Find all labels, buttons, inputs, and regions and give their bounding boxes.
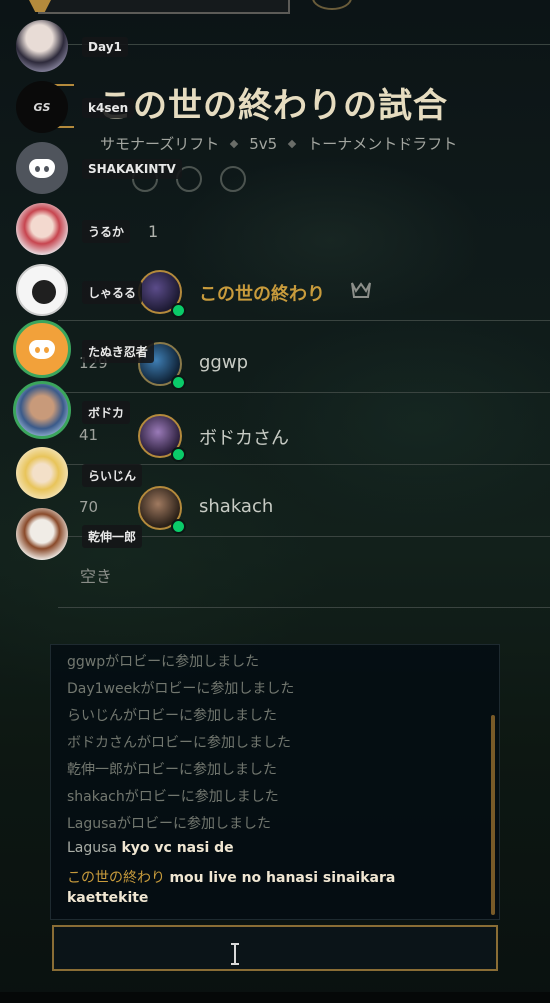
player-row[interactable]: 41 ボドカさん bbox=[58, 394, 550, 466]
player-name: ボドカさん bbox=[199, 428, 289, 449]
chat-sender: この世の終わり bbox=[67, 870, 165, 886]
voice-username: しゃるる bbox=[82, 281, 143, 304]
player-name: shakach bbox=[199, 496, 274, 517]
voice-avatar bbox=[16, 508, 68, 560]
online-status-icon bbox=[171, 519, 186, 534]
empty-slot[interactable]: 空き bbox=[80, 563, 112, 587]
voice-username: Day1 bbox=[82, 37, 128, 57]
chat-message: この世の終わり mou live no hanasi sinaikara bbox=[67, 867, 395, 887]
voice-username: たぬき忍者 bbox=[82, 340, 154, 363]
discord-icon bbox=[13, 320, 71, 378]
player-name: この世の終わり bbox=[199, 284, 325, 305]
separator-dot bbox=[230, 139, 239, 148]
chat-scrollbar[interactable] bbox=[491, 715, 495, 915]
player-avatar bbox=[138, 270, 186, 318]
chat-log[interactable]: ggwpがロビーに参加しました Day1weekがロビーに参加しました らいじん… bbox=[50, 644, 500, 920]
party-owner-icon bbox=[351, 282, 371, 298]
voice-username: うるか bbox=[82, 220, 131, 243]
team-size: 5v5 bbox=[249, 135, 278, 153]
voice-username: らいじん bbox=[82, 464, 143, 487]
player-level: 41 bbox=[79, 426, 99, 444]
player-avatar bbox=[138, 414, 186, 462]
map-name: サモナーズリフト bbox=[100, 135, 220, 153]
discord-icon bbox=[16, 142, 68, 194]
game-mode: トーナメントドラフト bbox=[307, 135, 458, 153]
separator-dot bbox=[287, 139, 297, 148]
chat-input[interactable] bbox=[52, 925, 498, 971]
chat-divider bbox=[58, 607, 550, 608]
lobby-subtitle: サモナーズリフト 5v5 トーナメントドラフト bbox=[100, 133, 457, 154]
chat-text: kyo vc nasi de bbox=[121, 840, 234, 856]
online-status-icon bbox=[171, 303, 186, 318]
chat-system-line: ボドカさんがロビーに参加しました bbox=[67, 735, 291, 751]
text-cursor-icon bbox=[231, 943, 239, 965]
voice-avatar bbox=[16, 20, 68, 72]
voice-avatar bbox=[13, 381, 71, 439]
voice-username: ボドカ bbox=[82, 401, 131, 424]
top-frame-corner bbox=[28, 0, 52, 12]
chat-message: Lagusa kyo vc nasi de bbox=[67, 840, 234, 856]
chat-system-line: ggwpがロビーに参加しました bbox=[67, 654, 260, 670]
chat-system-line: shakachがロビーに参加しました bbox=[67, 789, 279, 805]
chat-message-continuation: kaettekite bbox=[67, 890, 148, 906]
voice-avatar bbox=[16, 264, 68, 316]
top-frame bbox=[28, 0, 290, 14]
top-ring-ornament bbox=[312, 0, 352, 10]
voice-username: SHAKAKINTV bbox=[82, 159, 182, 179]
online-status-icon bbox=[171, 375, 186, 390]
row-divider bbox=[58, 320, 550, 321]
lobby-title: この世の終わりの試合 bbox=[98, 86, 448, 126]
team-count: 1 bbox=[148, 222, 159, 241]
chat-sender: Lagusa bbox=[67, 840, 118, 856]
chat-system-line: らいじんがロビーに参加しました bbox=[67, 708, 277, 724]
voice-avatar bbox=[16, 447, 68, 499]
voice-avatar: GS bbox=[16, 81, 68, 133]
chat-system-line: Day1weekがロビーに参加しました bbox=[67, 681, 295, 697]
chat-text: kaettekite bbox=[67, 890, 149, 906]
chat-system-line: Lagusaがロビーに参加しました bbox=[67, 816, 272, 832]
voice-username: 乾伸一郎 bbox=[82, 525, 143, 548]
row-divider bbox=[58, 392, 550, 393]
header-divider bbox=[58, 44, 550, 45]
player-avatar bbox=[138, 486, 186, 534]
chat-text: mou live no hanasi sinaikara bbox=[169, 870, 396, 886]
voice-avatar bbox=[16, 203, 68, 255]
flame-icon bbox=[220, 166, 246, 192]
voice-username: k4sen bbox=[82, 98, 135, 118]
bottom-bar bbox=[0, 992, 550, 1003]
player-name: ggwp bbox=[199, 352, 248, 373]
online-status-icon bbox=[171, 447, 186, 462]
player-level: 70 bbox=[79, 498, 99, 516]
chat-system-line: 乾伸一郎がロビーに参加しました bbox=[67, 762, 277, 778]
